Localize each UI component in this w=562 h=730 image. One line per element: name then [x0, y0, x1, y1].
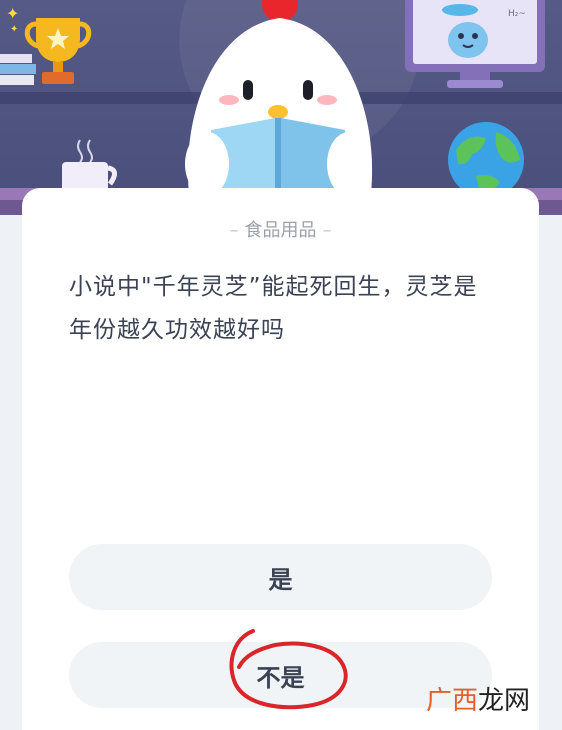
monitor-icon: H₂~ — [405, 0, 545, 88]
chicken-mascot — [185, 0, 373, 215]
option-yes-label: 是 — [268, 565, 293, 594]
category-label: – 食品用品 – — [22, 216, 539, 242]
sparkle-icon: ✦ — [6, 4, 20, 23]
books-icon — [0, 54, 36, 85]
category-text: 食品用品 — [244, 220, 317, 241]
quiz-screen: ✦ ✦ H₂~ – 食品用品 – 小说中"千年灵芝”能起死回生，灵芝是年份越久功… — [0, 0, 562, 730]
dash-right: – — [322, 220, 332, 241]
monitor-text: H₂~ — [508, 9, 526, 19]
watermark-part-b: 龙网 — [477, 686, 530, 716]
watermark-part-a: 广西 — [425, 686, 478, 716]
dash-left: – — [229, 220, 239, 241]
option-yes-button[interactable]: 是 — [69, 544, 492, 610]
question-text: 小说中"千年灵芝”能起死回生，灵芝是年份越久功效越好吗 — [69, 274, 478, 343]
mug-icon — [62, 139, 117, 192]
option-no-label: 不是 — [256, 663, 305, 692]
sparkle-icon: ✦ — [10, 24, 19, 35]
question-card: – 食品用品 – 小说中"千年灵芝”能起死回生，灵芝是年份越久功效越好吗 是 不是 — [22, 188, 539, 730]
watermark: 广西龙网 — [426, 680, 530, 717]
header-illustration: ✦ ✦ H₂~ — [0, 0, 562, 215]
